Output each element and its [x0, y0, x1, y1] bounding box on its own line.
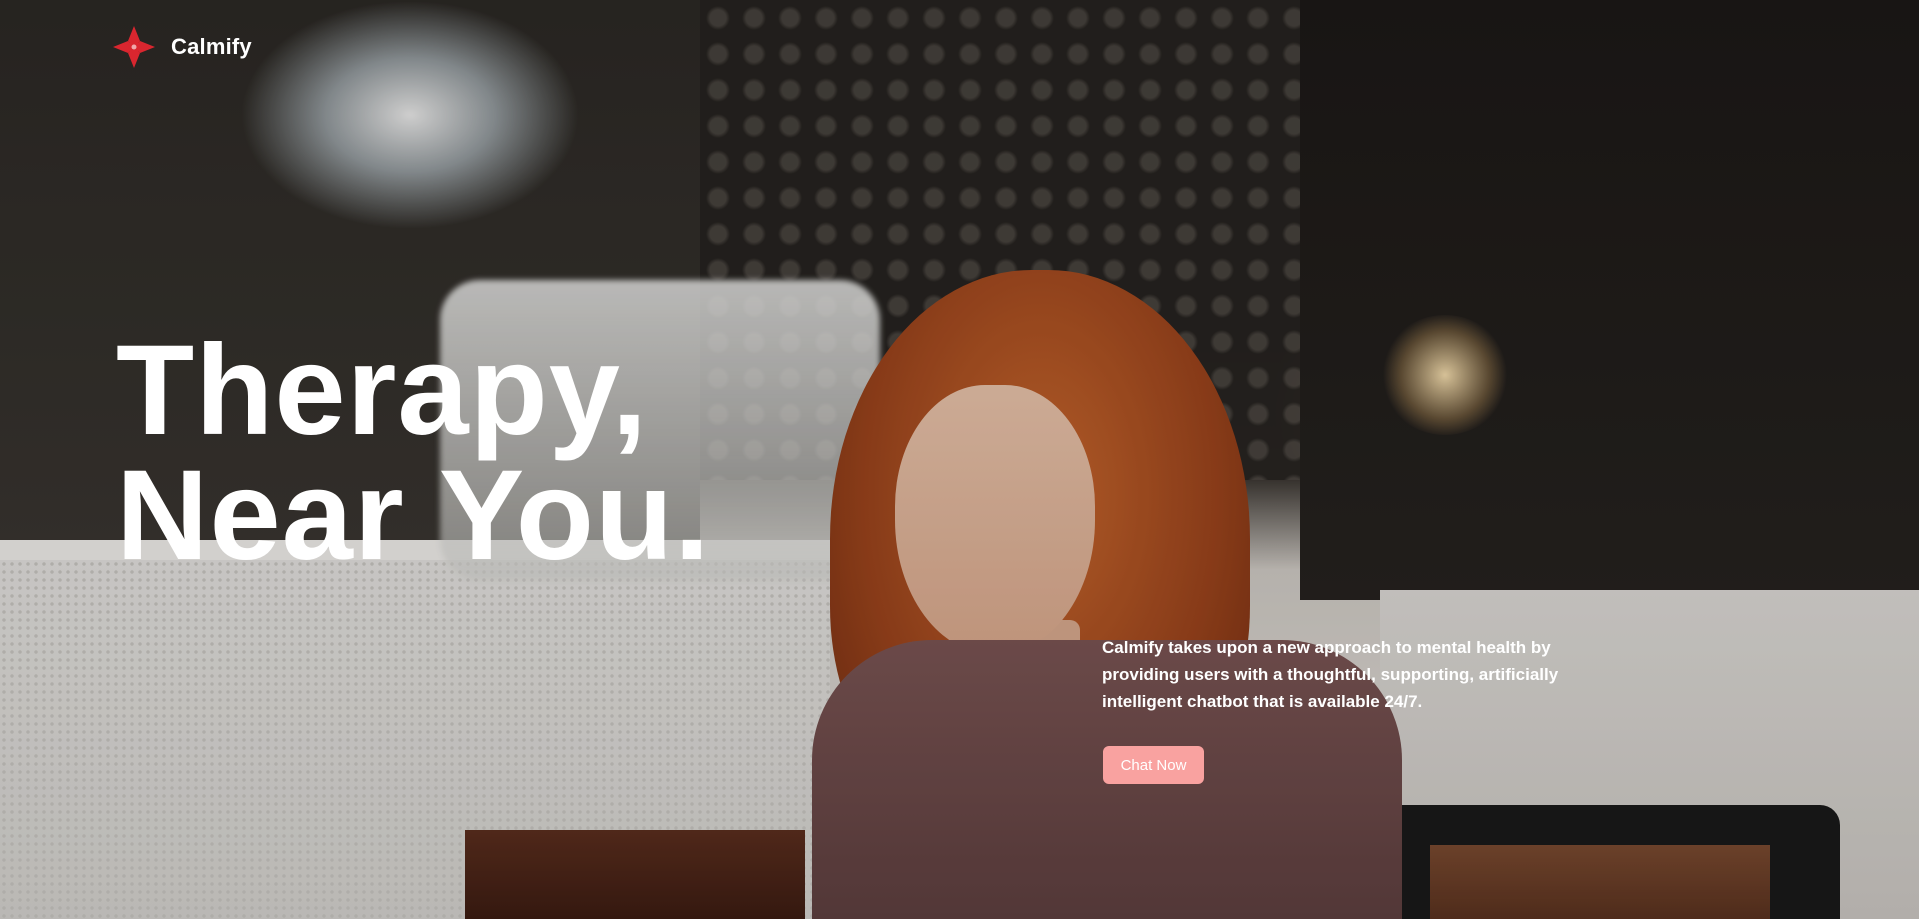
chat-now-button[interactable]: Chat Now: [1103, 746, 1204, 784]
brand-link[interactable]: Calmify: [111, 24, 252, 70]
headline-line-1: Therapy,: [116, 319, 648, 462]
hero-headline: Therapy, Near You.: [116, 319, 711, 587]
flower-logo-icon: [113, 26, 155, 68]
hero-description: Calmify takes upon a new approach to men…: [1102, 638, 1559, 711]
headline-line-2: Near You.: [116, 444, 711, 587]
brand-name: Calmify: [171, 34, 252, 59]
